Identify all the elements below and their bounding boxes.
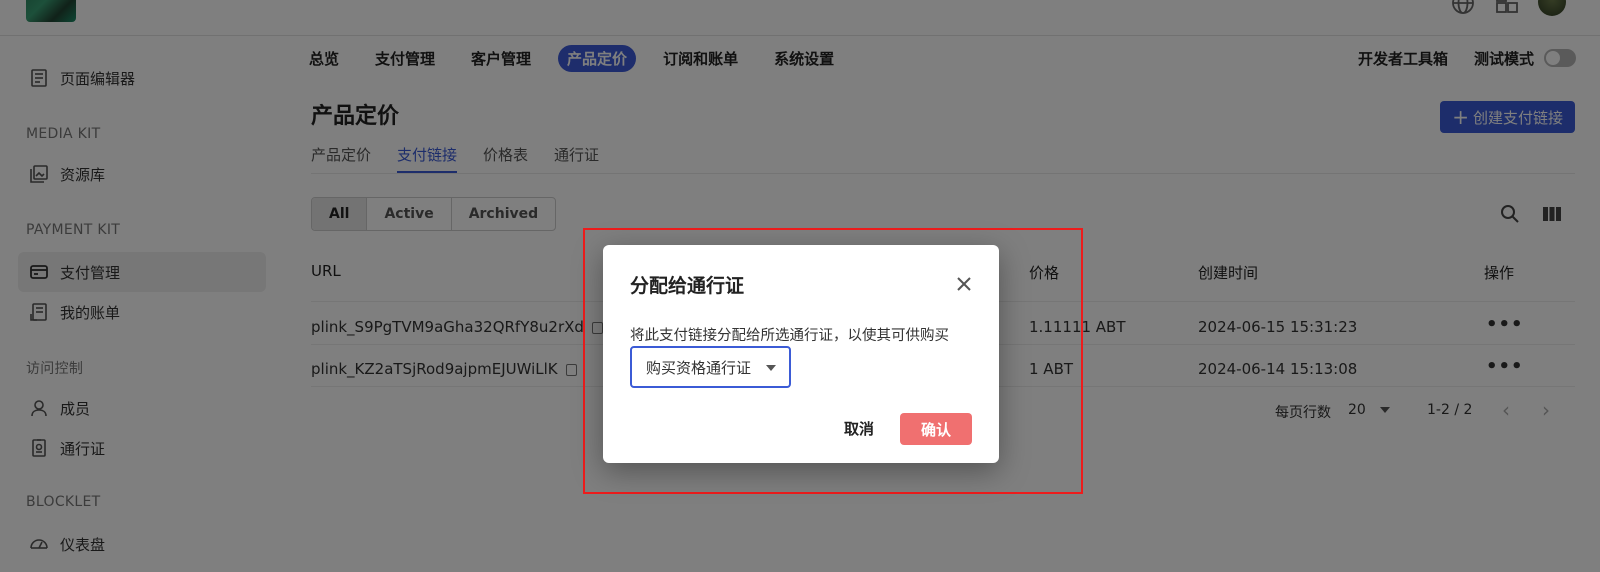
passport-select-value: 购买资格通行证 <box>646 358 752 377</box>
dialog-title: 分配给通行证 <box>630 275 745 297</box>
passport-select[interactable]: 购买资格通行证 <box>630 346 791 388</box>
dialog-description: 将此支付链接分配给所选通行证，以使其可供购买 <box>630 328 949 344</box>
close-icon[interactable] <box>955 275 973 293</box>
assign-passport-dialog: 分配给通行证 将此支付链接分配给所选通行证，以使其可供购买 购买资格通行证 取消… <box>603 245 999 463</box>
confirm-button[interactable]: 确认 <box>900 413 972 445</box>
chevron-down-icon <box>766 365 776 371</box>
cancel-button[interactable]: 取消 <box>834 412 884 445</box>
